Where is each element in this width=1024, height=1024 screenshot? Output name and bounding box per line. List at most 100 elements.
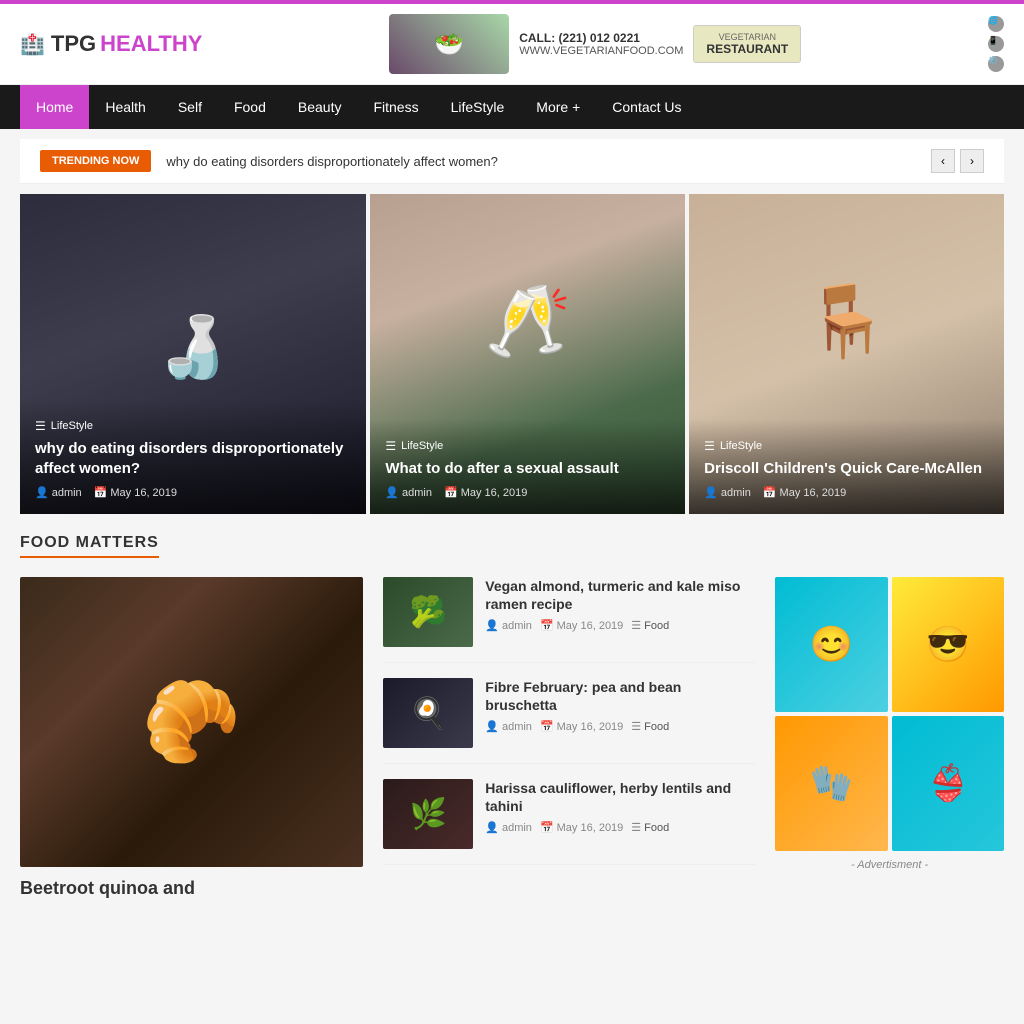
trending-bar: TRENDING NOW why do eating disorders dis…	[20, 139, 1004, 184]
food-thumb-icon-1: 🥦	[410, 595, 447, 630]
food-matters-header: FOOD MATTERS	[20, 534, 1004, 562]
food-item-meta-1: 👤 admin 📅 May 16, 2019 ☰ Food	[485, 619, 755, 632]
hero-date-3: 📅 May 16, 2019	[763, 486, 846, 499]
food-thumb-icon-2: 🍳	[410, 696, 447, 731]
ad-cell-4[interactable]: 👙	[892, 716, 1004, 851]
food-item-title-2: Fibre February: pea and bean bruschetta	[485, 678, 755, 714]
category-icon-3: ☰	[704, 439, 715, 453]
header-food-image: 🥗	[389, 14, 509, 74]
social-icon-1[interactable]: 🌐	[988, 16, 1004, 32]
hero-card-3[interactable]: ☰ LifeStyle Driscoll Children's Quick Ca…	[689, 194, 1004, 514]
restaurant-label: RESTAURANT	[706, 42, 788, 56]
hero-author-3: 👤 admin	[704, 486, 751, 499]
social-icon-2[interactable]: 📱	[988, 36, 1004, 52]
food-thumb-3: 🌿	[383, 779, 473, 849]
vegetarian-label: VEGETARIAN	[706, 32, 788, 42]
hero-author-1: 👤 admin	[35, 486, 82, 499]
food-item-meta-2: 👤 admin 📅 May 16, 2019 ☰ Food	[485, 720, 755, 733]
food-list-item-3[interactable]: 🌿 Harissa cauliflower, herby lentils and…	[383, 779, 755, 865]
nav-food[interactable]: Food	[218, 85, 282, 129]
hero-title-2: What to do after a sexual assault	[385, 459, 670, 479]
header-contact: CALL: (221) 012 0221 WWW.VEGETARIANFOOD.…	[519, 31, 683, 57]
phone-number: CALL: (221) 012 0221	[519, 31, 683, 45]
restaurant-badge: VEGETARIAN RESTAURANT	[693, 25, 801, 63]
food-list: 🥦 Vegan almond, turmeric and kale miso r…	[383, 577, 755, 900]
trending-text: why do eating disorders disproportionate…	[166, 154, 916, 169]
nav-fitness[interactable]: Fitness	[357, 85, 434, 129]
main-nav: Home Health Self Food Beauty Fitness Lif…	[0, 85, 1024, 129]
trending-next-button[interactable]: ›	[960, 149, 984, 173]
food-main-image	[20, 577, 363, 867]
food-cat-3: ☰ Food	[631, 821, 669, 834]
hero-author-2: 👤 admin	[385, 486, 432, 499]
nav-lifestyle[interactable]: LifeStyle	[435, 85, 521, 129]
category-icon-1: ☰	[35, 419, 46, 433]
nav-contact[interactable]: Contact Us	[596, 85, 697, 129]
hero-overlay-3: ☰ LifeStyle Driscoll Children's Quick Ca…	[689, 419, 1004, 515]
food-author-1: 👤 admin	[485, 619, 532, 632]
header-social-icons: 🌐 📱 ⚙️	[988, 16, 1004, 72]
nav-more[interactable]: More +	[520, 85, 596, 129]
hero-meta-3: 👤 admin 📅 May 16, 2019	[704, 486, 989, 499]
food-main-article[interactable]: Beetroot quinoa and	[20, 577, 363, 900]
trending-prev-button[interactable]: ‹	[931, 149, 955, 173]
food-author-3: 👤 admin	[485, 821, 532, 834]
nav-self[interactable]: Self	[162, 85, 218, 129]
food-ads: 😊 😎 🧤 👙 - Advertisment -	[775, 577, 1004, 900]
food-item-content-3: Harissa cauliflower, herby lentils and t…	[485, 779, 755, 849]
food-date-3: 📅 May 16, 2019	[540, 821, 623, 834]
food-item-title-1: Vegan almond, turmeric and kale miso ram…	[485, 577, 755, 613]
food-cat-2: ☰ Food	[631, 720, 669, 733]
website-url: WWW.VEGETARIANFOOD.COM	[519, 45, 683, 57]
advertisment-label: - Advertisment -	[775, 859, 1004, 871]
food-date-2: 📅 May 16, 2019	[540, 720, 623, 733]
food-cat-1: ☰ Food	[631, 619, 669, 632]
hero-category-label-3: LifeStyle	[720, 440, 762, 452]
hero-card-1[interactable]: ☰ LifeStyle why do eating disorders disp…	[20, 194, 366, 514]
food-main-title: Beetroot quinoa and	[20, 877, 363, 900]
food-item-content-1: Vegan almond, turmeric and kale miso ram…	[485, 577, 755, 647]
food-thumb-2: 🍳	[383, 678, 473, 748]
food-item-title-3: Harissa cauliflower, herby lentils and t…	[485, 779, 755, 815]
food-list-item-2[interactable]: 🍳 Fibre February: pea and bean bruschett…	[383, 678, 755, 764]
hero-category-1: ☰ LifeStyle	[35, 419, 351, 433]
ad-cell-1[interactable]: 😊	[775, 577, 887, 712]
social-icon-3[interactable]: ⚙️	[988, 56, 1004, 72]
hero-title-1: why do eating disorders disproportionate…	[35, 439, 351, 478]
logo-name: HEALTHY	[100, 31, 202, 57]
trending-badge: TRENDING NOW	[40, 150, 151, 172]
hero-meta-1: 👤 admin 📅 May 16, 2019	[35, 486, 351, 499]
header-center: 🥗 CALL: (221) 012 0221 WWW.VEGETARIANFOO…	[389, 14, 801, 74]
header-restaurant: VEGETARIAN RESTAURANT	[693, 25, 801, 63]
logo-icon: 🏥	[20, 32, 45, 57]
hero-meta-2: 👤 admin 📅 May 16, 2019	[385, 486, 670, 499]
ad-cell-3[interactable]: 🧤	[775, 716, 887, 851]
ad-cell-2[interactable]: 😎	[892, 577, 1004, 712]
hero-category-3: ☰ LifeStyle	[704, 439, 989, 453]
logo: 🏥 TPG HEALTHY	[20, 31, 202, 57]
hero-date-2: 📅 May 16, 2019	[444, 486, 527, 499]
nav-beauty[interactable]: Beauty	[282, 85, 358, 129]
nav-health[interactable]: Health	[89, 85, 161, 129]
hero-card-2[interactable]: ☰ LifeStyle What to do after a sexual as…	[370, 194, 685, 514]
food-thumb-1: 🥦	[383, 577, 473, 647]
food-date-1: 📅 May 16, 2019	[540, 619, 623, 632]
food-author-2: 👤 admin	[485, 720, 532, 733]
food-thumb-icon-3: 🌿	[410, 797, 447, 832]
hero-date-1: 📅 May 16, 2019	[94, 486, 177, 499]
hero-category-label-2: LifeStyle	[401, 440, 443, 452]
food-item-meta-3: 👤 admin 📅 May 16, 2019 ☰ Food	[485, 821, 755, 834]
category-icon-2: ☰	[385, 439, 396, 453]
food-matters-grid: Beetroot quinoa and 🥦 Vegan almond, turm…	[20, 577, 1004, 900]
ad-grid: 😊 😎 🧤 👙	[775, 577, 1004, 851]
hero-overlay-2: ☰ LifeStyle What to do after a sexual as…	[370, 419, 685, 515]
hero-category-label-1: LifeStyle	[51, 420, 93, 432]
top-header: 🏥 TPG HEALTHY 🥗 CALL: (221) 012 0221 WWW…	[0, 4, 1024, 85]
nav-home[interactable]: Home	[20, 85, 89, 129]
hero-title-3: Driscoll Children's Quick Care-McAllen	[704, 459, 989, 479]
food-list-item-1[interactable]: 🥦 Vegan almond, turmeric and kale miso r…	[383, 577, 755, 663]
food-placeholder: 🥗	[389, 14, 509, 74]
food-item-content-2: Fibre February: pea and bean bruschetta …	[485, 678, 755, 748]
hero-overlay-1: ☰ LifeStyle why do eating disorders disp…	[20, 399, 366, 514]
hero-section: ☰ LifeStyle why do eating disorders disp…	[20, 194, 1004, 514]
